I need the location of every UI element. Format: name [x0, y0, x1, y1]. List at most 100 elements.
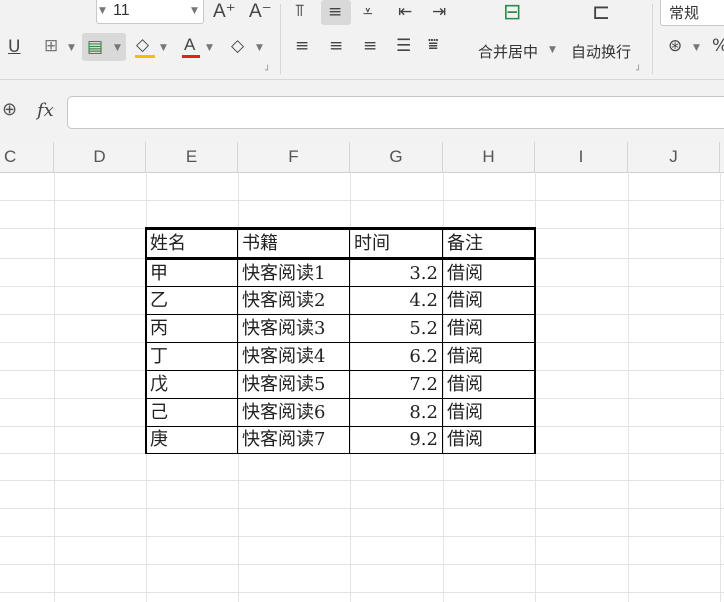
table-border — [534, 228, 536, 454]
chevron-down-icon[interactable]: ▼ — [206, 43, 213, 53]
font-color-icon[interactable]: A — [184, 36, 195, 54]
table-cell[interactable]: 快客阅读2 — [242, 287, 348, 314]
table-cell[interactable]: 戊 — [150, 371, 236, 398]
chevron-down-icon[interactable]: ▼ — [256, 43, 263, 53]
font-dialog-launcher-icon[interactable]: ┘ — [265, 62, 270, 80]
grid-line — [0, 200, 724, 201]
wrap-text-icon[interactable]: ⊏ — [592, 2, 610, 24]
table-cell[interactable]: 快客阅读4 — [242, 343, 348, 370]
underline-icon[interactable]: U — [8, 38, 20, 56]
column-header-e[interactable]: E — [146, 142, 238, 172]
grid-line — [0, 536, 724, 537]
table-cell[interactable]: 借阅 — [447, 260, 533, 287]
table-cell[interactable]: 快客阅读6 — [242, 399, 348, 426]
wrap-text-label[interactable]: 自动换行 — [571, 41, 631, 62]
table-cell[interactable]: 借阅 — [447, 315, 533, 342]
column-header-f[interactable]: F — [238, 142, 350, 172]
table-border — [145, 228, 147, 454]
column-header-j[interactable]: J — [628, 142, 720, 172]
formula-input[interactable] — [67, 96, 724, 129]
table-border — [145, 453, 536, 454]
chevron-down-icon: ▼ — [114, 43, 121, 53]
align-bottom-icon[interactable]: ⩡ — [363, 3, 373, 21]
table-cell[interactable]: 庚 — [150, 426, 236, 453]
chevron-down-icon[interactable]: ▼ — [68, 43, 75, 53]
chevron-down-icon[interactable]: ▼ — [99, 6, 106, 16]
table-cell[interactable]: 9.2 — [352, 426, 438, 453]
chevron-down-icon[interactable]: ▼ — [549, 45, 556, 55]
table-cell[interactable]: 快客阅读5 — [242, 371, 348, 398]
table-cell[interactable]: 己 — [150, 399, 236, 426]
table-cell[interactable]: 8.2 — [352, 399, 438, 426]
table-cell[interactable]: 丁 — [150, 343, 236, 370]
decrease-indent-icon[interactable]: ⇤ — [398, 3, 412, 21]
align-middle-icon: ≡ — [328, 2, 343, 22]
table-cell[interactable]: 借阅 — [447, 343, 533, 370]
table-cell[interactable]: 借阅 — [447, 287, 533, 314]
fill-color-icon[interactable]: ◇ — [136, 36, 149, 54]
column-header-h[interactable]: H — [443, 142, 535, 172]
table-cell[interactable]: 3.2 — [352, 260, 438, 287]
border-icon[interactable]: ⊞ — [44, 37, 58, 55]
grid-line — [350, 172, 351, 602]
table-cell[interactable]: 丙 — [150, 315, 236, 342]
increase-indent-icon[interactable]: ⇥ — [432, 3, 446, 21]
table-cell[interactable]: 快客阅读1 — [242, 260, 348, 287]
column-header-c[interactable]: C — [0, 142, 54, 172]
table-cell[interactable]: 借阅 — [447, 399, 533, 426]
conditional-format-icon: ▤ — [87, 37, 104, 57]
table-border — [349, 228, 350, 454]
table-cell[interactable]: 快客阅读3 — [242, 315, 348, 342]
align-middle-button[interactable]: ≡ — [321, 0, 351, 25]
eraser-icon[interactable]: ◇ — [231, 37, 244, 55]
font-size-select[interactable]: ▼ 11 ▼ — [96, 0, 204, 24]
table-header-cell[interactable]: 备注 — [447, 230, 533, 257]
number-format-value: 常规 — [669, 4, 700, 22]
align-center-icon[interactable]: ≡ — [329, 37, 343, 55]
font-shrink-icon[interactable]: A⁻ — [249, 2, 272, 21]
conditional-format-button[interactable]: ▤ ▼ — [82, 33, 126, 61]
justify-icon[interactable]: ☰ — [396, 37, 411, 55]
zoom-icon[interactable]: ⊕ — [2, 101, 17, 119]
table-cell[interactable]: 6.2 — [352, 343, 438, 370]
grid-line — [0, 592, 724, 593]
grid-line — [628, 172, 629, 602]
grid-line — [720, 172, 721, 602]
table-header-cell[interactable]: 书籍 — [242, 230, 348, 257]
fx-icon[interactable]: fx — [37, 100, 54, 121]
font-color-swatch — [182, 55, 200, 58]
table-cell[interactable]: 甲 — [150, 260, 236, 287]
number-format-select[interactable]: 常规 — [660, 0, 724, 26]
alignment-dialog-launcher-icon[interactable]: ┘ — [636, 62, 641, 80]
column-header-row: C D E F G H I J — [0, 142, 724, 173]
spreadsheet-grid[interactable]: 姓名 书籍 时间 备注 甲 快客阅读1 3.2 借阅 乙 快客阅读2 4.2 借… — [0, 172, 724, 602]
merge-center-icon[interactable]: ⊟ — [503, 2, 521, 24]
column-header-d[interactable]: D — [54, 142, 146, 172]
grid-line — [238, 172, 239, 602]
table-border — [442, 228, 443, 454]
align-right-icon[interactable]: ≡ — [363, 37, 377, 55]
grid-line — [54, 172, 55, 602]
table-cell[interactable]: 5.2 — [352, 315, 438, 342]
table-header-cell[interactable]: 姓名 — [150, 230, 236, 257]
table-cell[interactable]: 借阅 — [447, 371, 533, 398]
column-header-g[interactable]: G — [350, 142, 443, 172]
align-left-icon[interactable]: ≡ — [295, 37, 309, 55]
font-grow-icon[interactable]: A⁺ — [213, 2, 236, 21]
table-cell[interactable]: 乙 — [150, 287, 236, 314]
column-header-i[interactable]: I — [535, 142, 628, 172]
merge-center-label[interactable]: 合并居中 — [478, 41, 538, 62]
percent-icon[interactable]: % — [712, 37, 724, 55]
table-cell[interactable]: 借阅 — [447, 426, 533, 453]
chevron-down-icon[interactable]: ▼ — [693, 43, 700, 53]
table-cell[interactable]: 快客阅读7 — [242, 426, 348, 453]
chevron-down-icon[interactable]: ▼ — [160, 43, 167, 53]
distributed-align-icon[interactable]: ⩸ — [428, 36, 438, 54]
align-top-icon[interactable]: ⫪ — [295, 2, 305, 20]
currency-icon[interactable]: ⊛ — [668, 37, 682, 55]
table-cell[interactable]: 7.2 — [352, 371, 438, 398]
table-cell[interactable]: 4.2 — [352, 287, 438, 314]
table-header-cell[interactable]: 时间 — [354, 230, 440, 257]
grid-line — [0, 564, 724, 565]
chevron-down-icon[interactable]: ▼ — [191, 6, 198, 16]
